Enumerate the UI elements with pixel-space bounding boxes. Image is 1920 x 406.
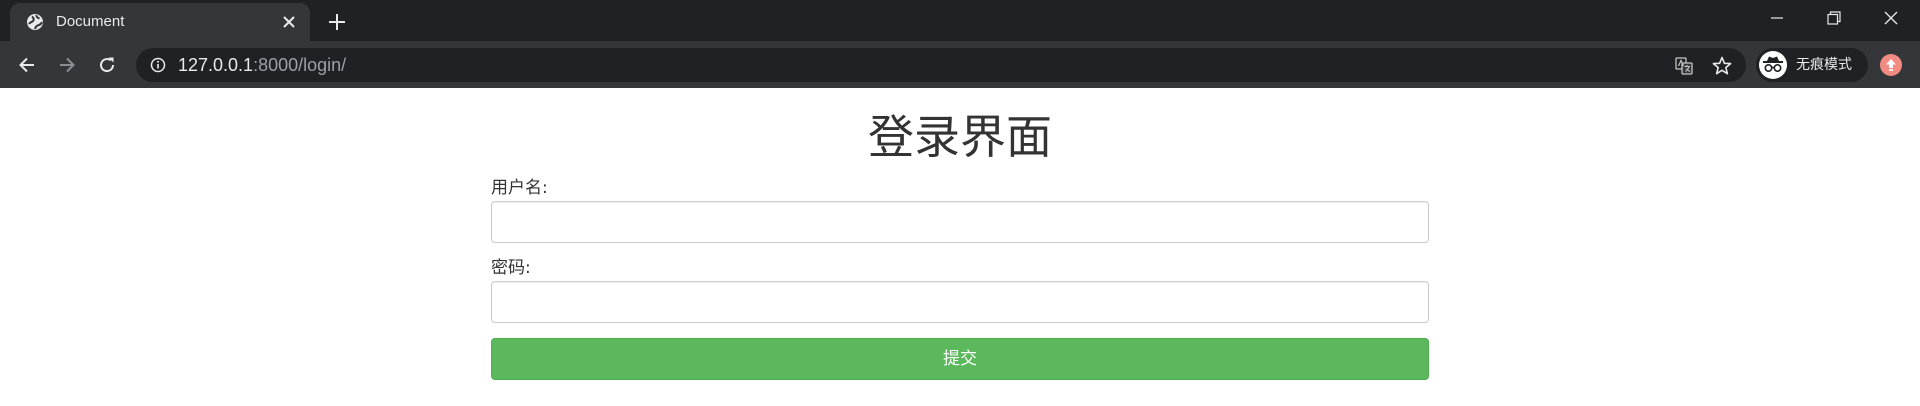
globe-icon xyxy=(27,14,43,30)
url-text[interactable]: 127.0.0.1:8000/login/ xyxy=(178,56,346,75)
url-path: :8000/login/ xyxy=(253,55,347,75)
minimize-icon xyxy=(1771,17,1783,19)
close-tab-icon[interactable] xyxy=(282,15,296,29)
username-input[interactable] xyxy=(491,201,1429,243)
incognito-indicator[interactable]: 无痕模式 xyxy=(1756,48,1868,82)
close-icon xyxy=(1884,11,1898,25)
submit-button[interactable]: 提交 xyxy=(491,338,1429,380)
arrow-left-icon xyxy=(19,57,34,73)
username-group: 用户名: xyxy=(491,178,1429,243)
url-host: 127.0.0.1 xyxy=(178,55,254,75)
incognito-label: 无痕模式 xyxy=(1796,57,1852,73)
update-button[interactable] xyxy=(1880,54,1902,76)
tab-title: Document xyxy=(56,13,125,30)
incognito-icon xyxy=(1763,56,1783,73)
browser-toolbar: 127.0.0.1:8000/login/ 无痕模式 xyxy=(0,41,1920,88)
bookmark-star-icon[interactable] xyxy=(1711,55,1733,77)
restore-icon xyxy=(1827,11,1841,25)
arrow-right-icon xyxy=(60,57,75,73)
info-icon[interactable] xyxy=(150,57,166,73)
incognito-avatar xyxy=(1759,51,1787,79)
password-label: 密码: xyxy=(491,258,531,278)
username-label: 用户名: xyxy=(491,178,548,198)
login-form: 用户名: 密码: 提交 xyxy=(491,178,1429,380)
restore-button[interactable] xyxy=(1806,0,1862,36)
tab-strip: Document xyxy=(0,0,1920,41)
password-group: 密码: xyxy=(491,258,1429,323)
reload-icon xyxy=(100,57,115,73)
minimize-button[interactable] xyxy=(1749,0,1805,36)
reload-button[interactable] xyxy=(94,52,120,78)
login-page: 登录界面 用户名: 密码: 提交 xyxy=(0,88,1920,406)
forward-button[interactable] xyxy=(54,52,80,78)
tab-document[interactable]: Document xyxy=(10,3,310,41)
translate-icon[interactable] xyxy=(1674,56,1694,76)
update-arrow-icon xyxy=(1886,59,1896,71)
back-button[interactable] xyxy=(14,52,40,78)
address-bar[interactable]: 127.0.0.1:8000/login/ xyxy=(136,48,1746,82)
new-tab-plus-icon[interactable] xyxy=(326,11,348,33)
password-input[interactable] xyxy=(491,281,1429,323)
close-window-button[interactable] xyxy=(1863,0,1919,36)
page-title: 登录界面 xyxy=(868,110,1052,164)
